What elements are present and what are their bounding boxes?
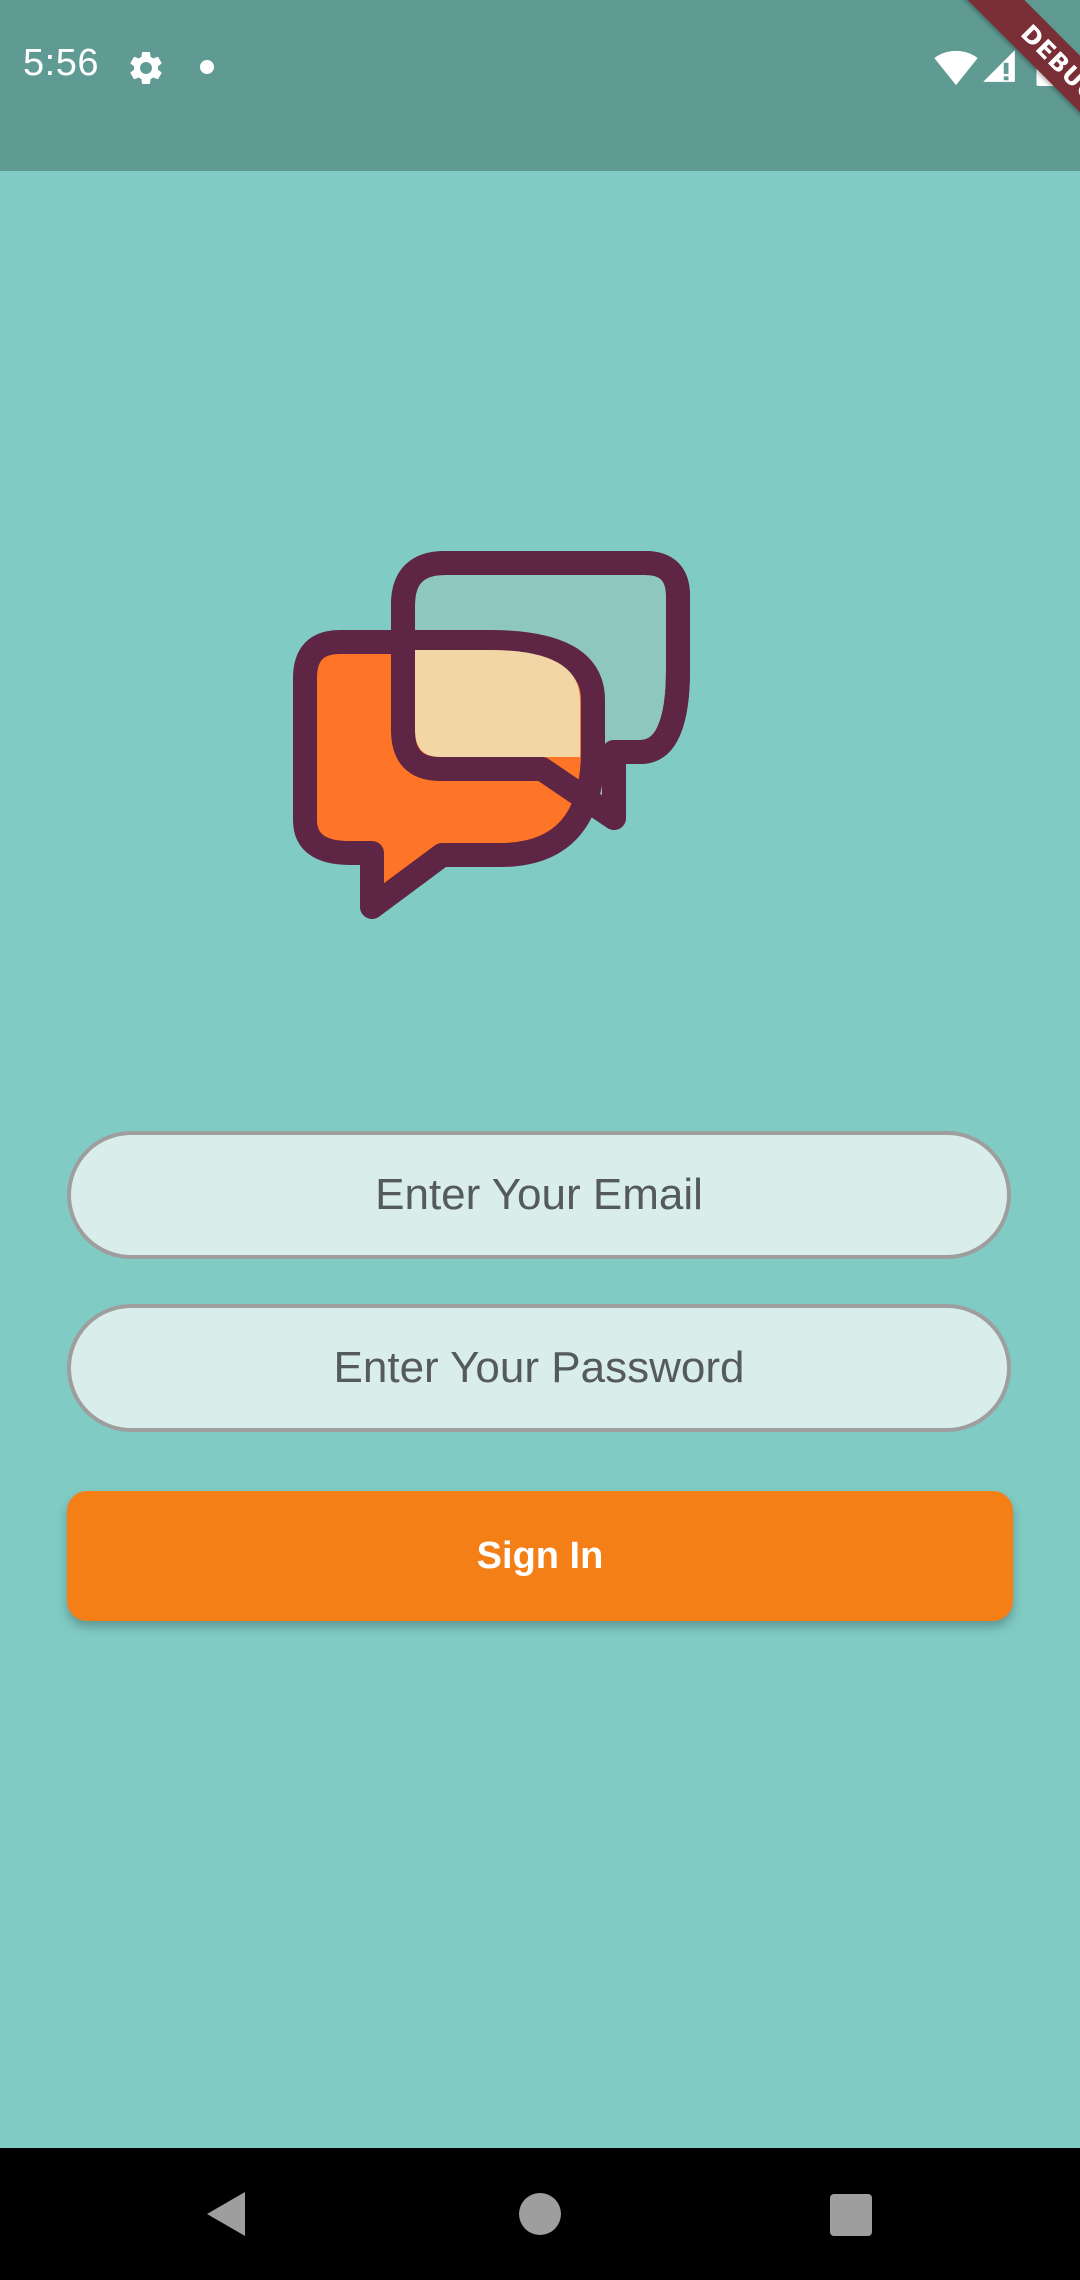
email-field[interactable] (67, 1131, 1011, 1259)
back-icon[interactable] (205, 2190, 247, 2238)
password-input[interactable] (71, 1307, 1007, 1429)
overlap-region (415, 650, 580, 757)
password-field[interactable] (67, 1304, 1011, 1432)
chat-bubbles-icon (293, 551, 690, 919)
status-time: 5:56 (23, 42, 99, 84)
debug-banner-label: DEBUG (953, 0, 1080, 170)
sign-in-label: Sign In (476, 1534, 604, 1577)
email-input[interactable] (71, 1134, 1007, 1256)
home-icon[interactable] (519, 2193, 561, 2235)
notification-dot-icon (200, 60, 214, 74)
sign-in-button[interactable]: Sign In (67, 1491, 1013, 1621)
gear-icon (130, 51, 162, 84)
navigation-bar (0, 2148, 1080, 2280)
debug-banner: DEBUG (910, 0, 1080, 170)
recents-icon[interactable] (830, 2194, 872, 2236)
